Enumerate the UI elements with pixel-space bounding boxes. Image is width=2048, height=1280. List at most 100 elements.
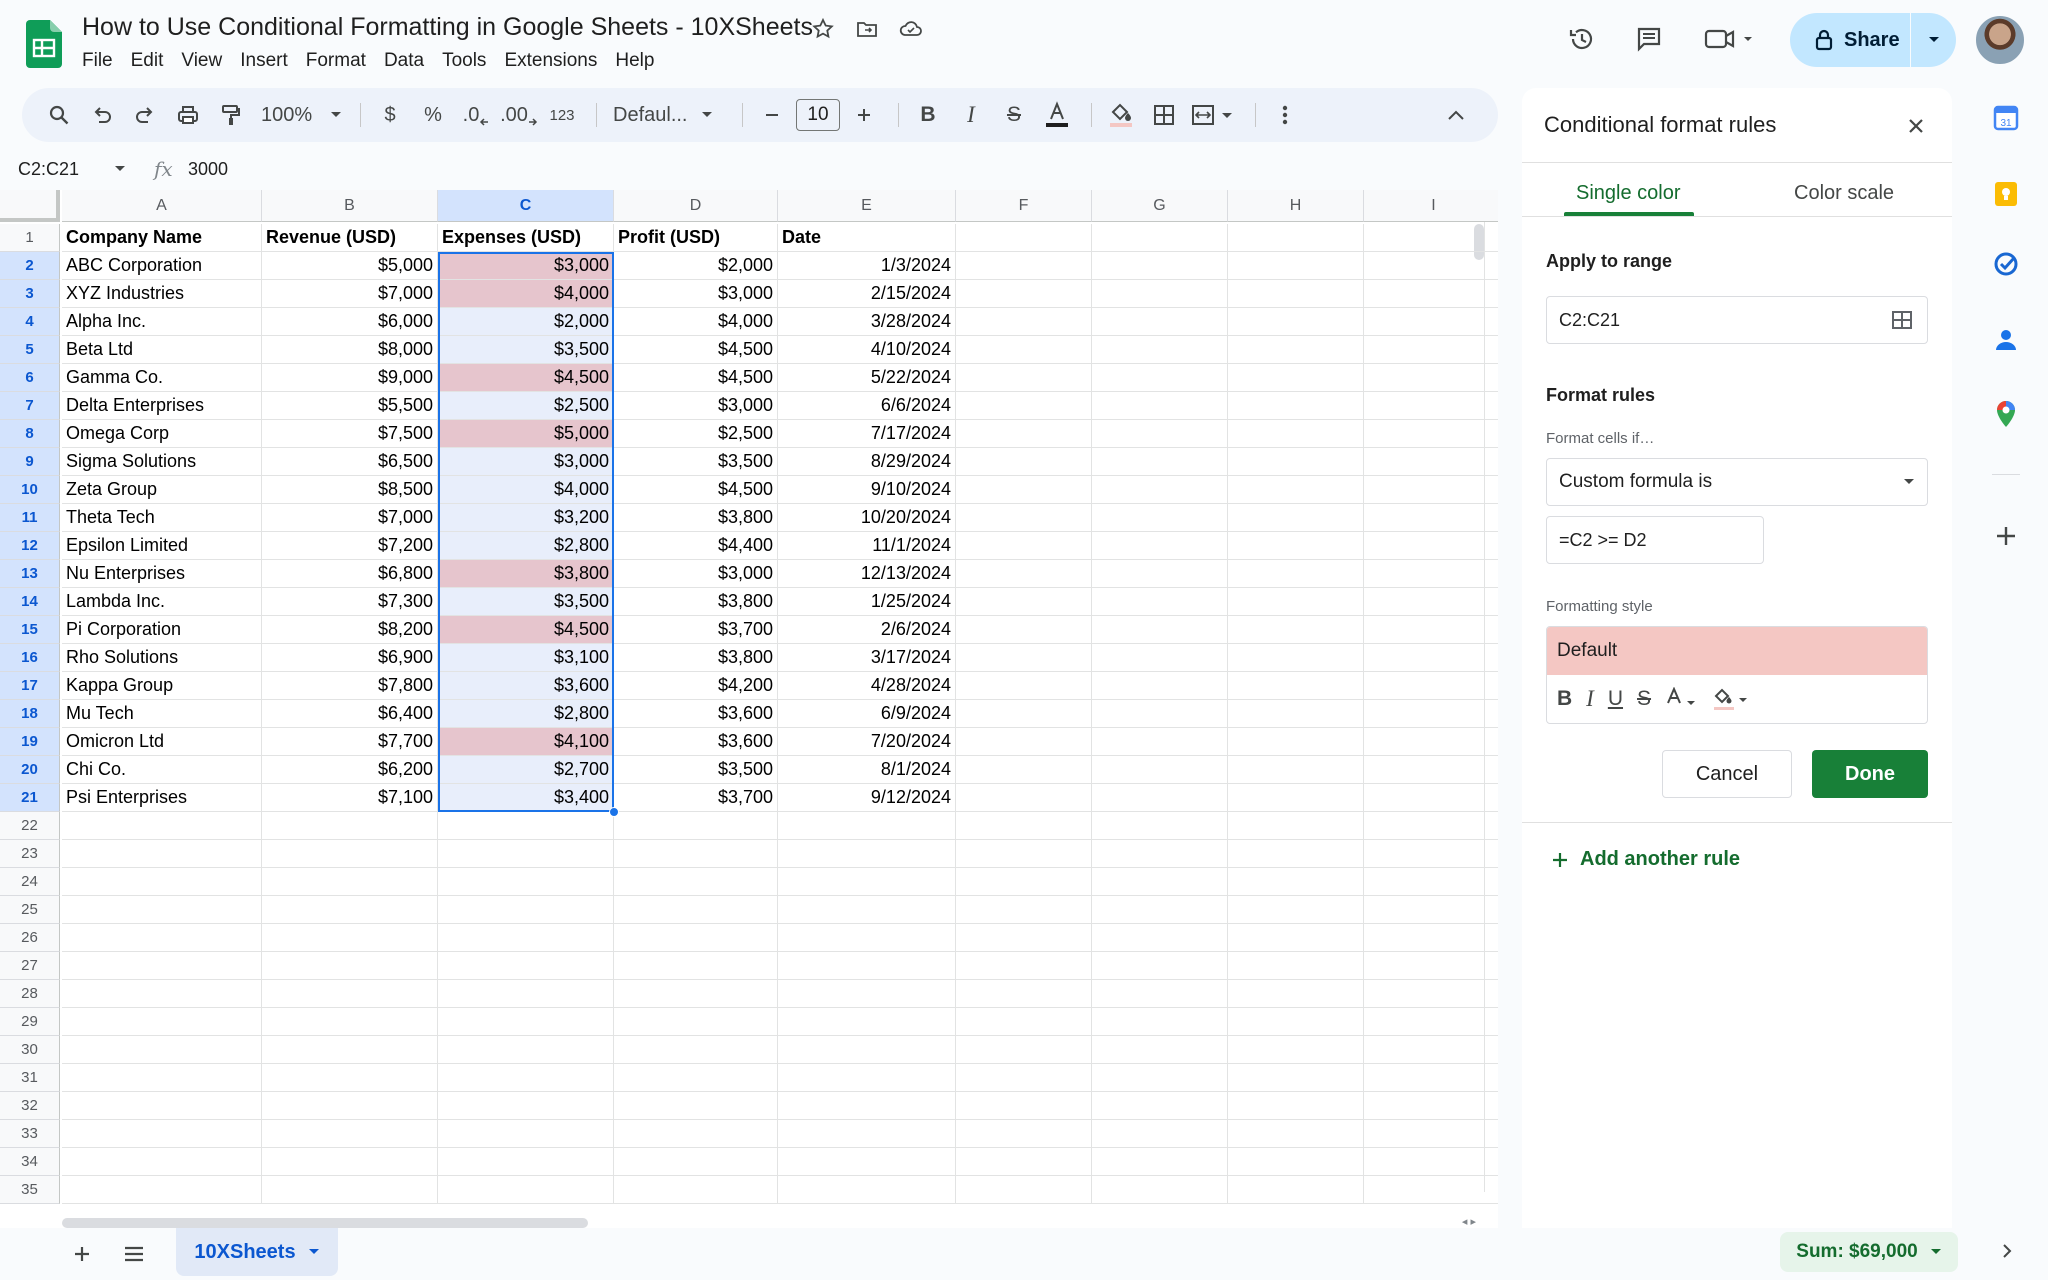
cell[interactable]: 10/20/2024	[778, 504, 956, 532]
highlighted-cell[interactable]: $4,000	[438, 280, 614, 308]
cell[interactable]	[614, 1092, 778, 1120]
row-header[interactable]: 6	[0, 364, 60, 392]
cell[interactable]	[1092, 756, 1228, 784]
all-sheets-icon[interactable]	[118, 1238, 150, 1270]
cell[interactable]	[62, 980, 262, 1008]
cell[interactable]	[1364, 952, 1498, 980]
font-size-decrease-icon[interactable]	[753, 95, 791, 135]
select-range-icon[interactable]	[1891, 310, 1913, 330]
redo-icon[interactable]	[126, 95, 164, 135]
cell[interactable]	[62, 1176, 262, 1204]
row-header[interactable]: 9	[0, 448, 60, 476]
cell[interactable]	[1092, 476, 1228, 504]
cell[interactable]	[956, 252, 1092, 280]
cell[interactable]	[438, 812, 614, 840]
cell[interactable]: Zeta Group	[62, 476, 262, 504]
cell[interactable]	[778, 1092, 956, 1120]
cell[interactable]	[262, 868, 438, 896]
spreadsheet-grid[interactable]: ◂ ▸ A B C D E F G H I 1 Company Name Revenue (USD) E…	[0, 190, 1498, 1228]
cell[interactable]	[1228, 644, 1364, 672]
cell[interactable]	[438, 924, 614, 952]
cell[interactable]	[1364, 476, 1498, 504]
row-header[interactable]: 27	[0, 952, 60, 980]
cell[interactable]	[1364, 448, 1498, 476]
header-cell[interactable]: Date	[778, 224, 956, 252]
cell[interactable]	[1364, 812, 1498, 840]
cell[interactable]	[1228, 224, 1364, 252]
cell[interactable]: $8,000	[262, 336, 438, 364]
cell[interactable]	[1364, 672, 1498, 700]
cell[interactable]	[614, 980, 778, 1008]
cell[interactable]	[956, 448, 1092, 476]
cell[interactable]	[614, 1064, 778, 1092]
cell[interactable]	[956, 1092, 1092, 1120]
cell[interactable]	[1228, 952, 1364, 980]
cell[interactable]	[956, 532, 1092, 560]
row-header[interactable]: 14	[0, 588, 60, 616]
row-header[interactable]: 29	[0, 1008, 60, 1036]
zoom-select[interactable]: 100%	[255, 95, 345, 135]
cell[interactable]	[438, 1008, 614, 1036]
cell[interactable]	[1092, 532, 1228, 560]
cell[interactable]: Gamma Co.	[62, 364, 262, 392]
cell[interactable]	[956, 280, 1092, 308]
get-addons-icon[interactable]	[1988, 518, 2024, 554]
cell[interactable]	[1092, 364, 1228, 392]
cell[interactable]	[956, 924, 1092, 952]
cell[interactable]	[262, 1148, 438, 1176]
cell[interactable]	[1092, 840, 1228, 868]
cell[interactable]	[438, 1120, 614, 1148]
cell[interactable]	[956, 588, 1092, 616]
currency-format-button[interactable]: $	[371, 95, 409, 135]
cell[interactable]	[1364, 364, 1498, 392]
header-cell[interactable]: Company Name	[62, 224, 262, 252]
cell[interactable]	[1364, 840, 1498, 868]
selected-cell[interactable]: $3,000	[438, 448, 614, 476]
merge-cells-icon[interactable]	[1188, 95, 1240, 135]
cell[interactable]: $3,000	[614, 392, 778, 420]
cell[interactable]	[956, 896, 1092, 924]
cell[interactable]	[1092, 420, 1228, 448]
cell[interactable]	[1364, 336, 1498, 364]
paint-format-icon[interactable]	[212, 95, 250, 135]
cell[interactable]	[1092, 952, 1228, 980]
cell[interactable]	[1364, 1064, 1498, 1092]
cell[interactable]	[778, 952, 956, 980]
cell[interactable]	[1364, 616, 1498, 644]
tab-color-scale[interactable]: Color scale	[1794, 182, 1894, 205]
cell[interactable]	[1092, 1036, 1228, 1064]
cell[interactable]	[1364, 224, 1498, 252]
selected-cell[interactable]: $3,500	[438, 588, 614, 616]
row-header[interactable]: 10	[0, 476, 60, 504]
row-header[interactable]: 4	[0, 308, 60, 336]
cell[interactable]	[1092, 868, 1228, 896]
menu-extensions[interactable]: Extensions	[495, 48, 606, 74]
cell[interactable]	[262, 1120, 438, 1148]
cell[interactable]	[1092, 1120, 1228, 1148]
fill-color-icon[interactable]	[1102, 95, 1140, 135]
cell[interactable]	[1228, 532, 1364, 560]
cell[interactable]	[1092, 1176, 1228, 1204]
cell[interactable]	[1364, 924, 1498, 952]
move-folder-icon[interactable]	[852, 14, 882, 44]
cell[interactable]	[956, 1064, 1092, 1092]
cell[interactable]	[614, 1148, 778, 1176]
cell[interactable]: $3,000	[614, 560, 778, 588]
cell[interactable]: 8/1/2024	[778, 756, 956, 784]
cell[interactable]	[1092, 280, 1228, 308]
cell[interactable]: Alpha Inc.	[62, 308, 262, 336]
cell[interactable]	[1364, 504, 1498, 532]
cell[interactable]	[956, 364, 1092, 392]
star-icon[interactable]	[808, 14, 838, 44]
cell[interactable]	[1228, 980, 1364, 1008]
cell[interactable]: 3/17/2024	[778, 644, 956, 672]
done-button[interactable]: Done	[1812, 750, 1928, 798]
cell[interactable]: $4,400	[614, 532, 778, 560]
cell[interactable]: $6,400	[262, 700, 438, 728]
font-select[interactable]: Defaul...	[607, 95, 727, 135]
cell[interactable]	[1092, 1092, 1228, 1120]
cell[interactable]	[778, 1176, 956, 1204]
cell[interactable]	[778, 812, 956, 840]
cell[interactable]	[1228, 280, 1364, 308]
menu-help[interactable]: Help	[606, 48, 663, 74]
